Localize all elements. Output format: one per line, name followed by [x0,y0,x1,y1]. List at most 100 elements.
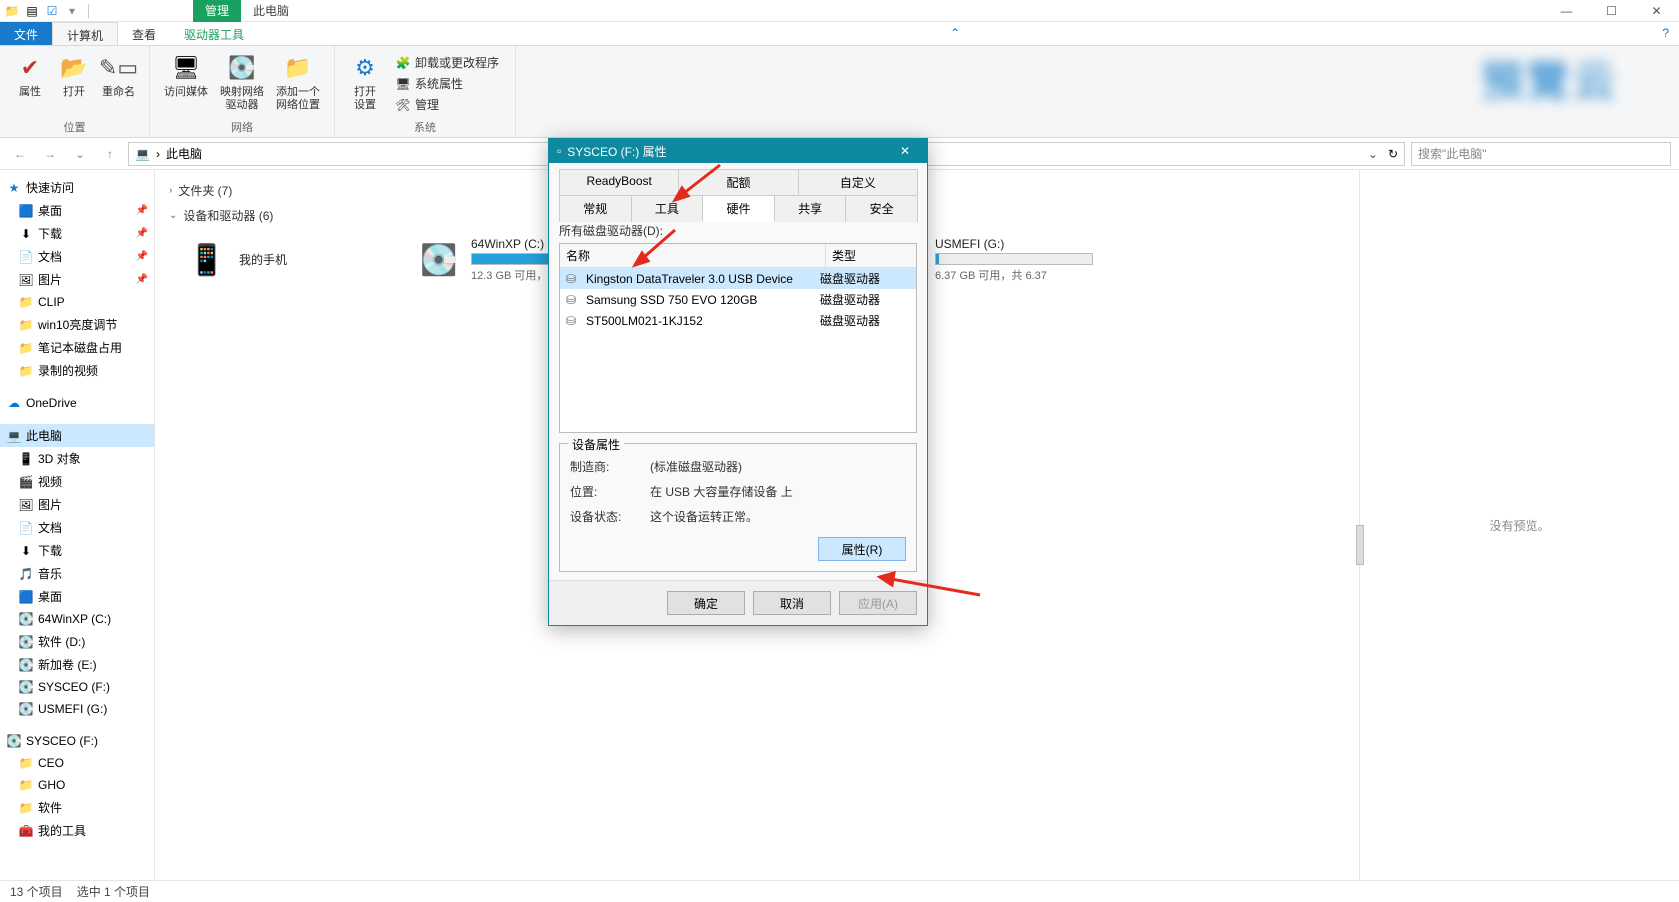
ribbon-collapse[interactable]: ⌃ [940,22,970,45]
forward-button[interactable]: → [38,142,62,166]
tab-view[interactable]: 查看 [118,22,170,45]
sidebar-item[interactable]: 💽USMEFI (G:) [0,698,154,720]
settings-icon: ⚙ [349,52,381,84]
sidebar-item[interactable]: 📁CLIP [0,291,154,313]
recent-dropdown[interactable]: ⌄ [68,142,92,166]
dialog-titlebar[interactable]: ▫ SYSCEO (F:) 属性 ✕ [549,139,927,163]
close-button[interactable]: ✕ [1634,0,1679,22]
sidebar-onedrive[interactable]: ☁OneDrive [0,392,154,414]
breadcrumb-this-pc[interactable]: 此电脑 [166,145,202,162]
pc-icon: 💻 [6,428,22,444]
apply-button[interactable]: 应用(A) [839,591,917,615]
rename-button[interactable]: ✎▭ 重命名 [96,50,141,117]
maximize-button[interactable]: ☐ [1589,0,1634,22]
dialog-tab[interactable]: 安全 [845,195,918,222]
tab-file[interactable]: 文件 [0,22,52,45]
sidebar-item[interactable]: 📁录制的视频 [0,359,154,382]
access-media-button[interactable]: 🖥 访问媒体 [158,50,214,117]
rename-label: 重命名 [102,86,135,99]
dialog-tab[interactable]: 常规 [559,195,632,222]
sidebar-item[interactable]: 📄文档📌 [0,245,154,268]
sidebar-item[interactable]: 💽SYSCEO (F:) [0,676,154,698]
column-type[interactable]: 类型 [826,244,916,267]
manage-button[interactable]: 🛠管理 [391,94,503,115]
uninstall-button[interactable]: 🧩卸载或更改程序 [391,52,503,73]
sidebar-item[interactable]: 📁CEO [0,752,154,774]
folder-icon: 📁 [18,340,34,356]
sidebar-item-label: 64WinXP (C:) [38,612,111,626]
sidebar-item[interactable]: 🟦桌面📌 [0,199,154,222]
sidebar-item[interactable]: ⬇下载📌 [0,222,154,245]
sidebar-item[interactable]: 💽软件 (D:) [0,630,154,653]
dialog-tab[interactable]: 工具 [631,195,704,222]
qat-dropdown-icon[interactable]: ▾ [64,3,80,19]
sidebar-item[interactable]: 🎵音乐 [0,562,154,585]
column-name[interactable]: 名称 [560,244,826,267]
disk-row[interactable]: ⛁ST500LM021-1KJ152磁盘驱动器 [560,310,916,331]
sidebar-sysceo-label: SYSCEO (F:) [26,734,98,748]
dialog-tab[interactable]: ReadyBoost [559,169,679,195]
up-button[interactable]: ↑ [98,142,122,166]
context-tab-manage[interactable]: 管理 [193,0,241,22]
sidebar-item[interactable]: 📁GHO [0,774,154,796]
sidebar-item[interactable]: 🖼图片 [0,493,154,516]
tab-computer[interactable]: 计算机 [52,22,118,45]
search-input[interactable]: 搜索"此电脑" [1411,142,1671,166]
dialog-tab[interactable]: 自定义 [798,169,918,195]
back-button[interactable]: ← [8,142,32,166]
sidebar-item[interactable]: 📁win10亮度调节 [0,313,154,336]
sidebar-item[interactable]: 🧰我的工具 [0,819,154,842]
sidebar-item[interactable]: 💽新加卷 (E:) [0,653,154,676]
disk-type: 磁盘驱动器 [820,312,910,329]
tab-drive-tools[interactable]: 驱动器工具 [170,22,258,45]
sidebar-quick-access[interactable]: ★快速访问 [0,176,154,199]
sidebar-item[interactable]: 💽64WinXP (C:) [0,608,154,630]
drive-tile[interactable]: 📱我的手机 [181,232,401,288]
sidebar-item[interactable]: 📁软件 [0,796,154,819]
add-location-button[interactable]: 📁 添加一个 网络位置 [270,50,326,117]
pin-icon: 📌 [136,274,148,285]
sidebar-onedrive-label: OneDrive [26,396,77,410]
sidebar-item-label: win10亮度调节 [38,316,117,333]
ok-button[interactable]: 确定 [667,591,745,615]
dialog-close-button[interactable]: ✕ [891,141,919,161]
map-drive-button[interactable]: 💽 映射网络 驱动器 [214,50,270,117]
disk-row[interactable]: ⛁Kingston DataTraveler 3.0 USB Device磁盘驱… [560,268,916,289]
open-settings-button[interactable]: ⚙ 打开 设置 [343,50,387,117]
refresh-button[interactable]: ↻ [1388,147,1398,161]
disk-listbox[interactable]: 名称 类型 ⛁Kingston DataTraveler 3.0 USB Dev… [559,243,917,433]
sidebar-item[interactable]: 🖼图片📌 [0,268,154,291]
item-icon: 📄 [18,520,34,536]
sidebar-item[interactable]: 📁笔记本磁盘占用 [0,336,154,359]
sidebar-this-pc[interactable]: 💻此电脑 [0,424,154,447]
dialog-tab[interactable]: 硬件 [702,195,775,222]
dialog-tab[interactable]: 配额 [678,169,798,195]
disk-row[interactable]: ⛁Samsung SSD 750 EVO 120GB磁盘驱动器 [560,289,916,310]
sidebar-item[interactable]: 🎬视频 [0,470,154,493]
dialog-buttons: 确定 取消 应用(A) [549,580,927,625]
help-icon[interactable]: ? [1652,22,1679,45]
item-icon: 🖼 [18,497,34,513]
open-button[interactable]: 📂 打开 [52,50,96,117]
device-properties-button[interactable]: 属性(R) [818,537,906,561]
usage-bar [935,253,1093,265]
sidebar-item-label: GHO [38,778,65,792]
address-dropdown[interactable]: ⌄ [1364,147,1382,161]
sidebar-item[interactable]: 🟦桌面 [0,585,154,608]
sys-props-button[interactable]: 🖥系统属性 [391,73,503,94]
sidebar-item[interactable]: 📱3D 对象 [0,447,154,470]
breadcrumb-sep: › [156,147,160,161]
sidebar-item[interactable]: 📄文档 [0,516,154,539]
sidebar-sysceo[interactable]: 💽SYSCEO (F:) [0,730,154,752]
minimize-button[interactable]: — [1544,0,1589,22]
cancel-button[interactable]: 取消 [753,591,831,615]
folder-icon: 📁 [18,294,34,310]
properties-button[interactable]: ✔ 属性 [8,50,52,117]
dialog-tab[interactable]: 共享 [774,195,847,222]
qat-properties-icon[interactable]: ▤ [24,3,40,19]
device-properties-group: 设备属性 制造商:(标准磁盘驱动器) 位置:在 USB 大容量存储设备 上 设备… [559,443,917,572]
uninstall-icon: 🧩 [395,55,411,71]
preview-resize-handle[interactable] [1356,525,1364,565]
sidebar-item[interactable]: ⬇下载 [0,539,154,562]
qat-checkbox-icon[interactable]: ☑ [44,3,60,19]
